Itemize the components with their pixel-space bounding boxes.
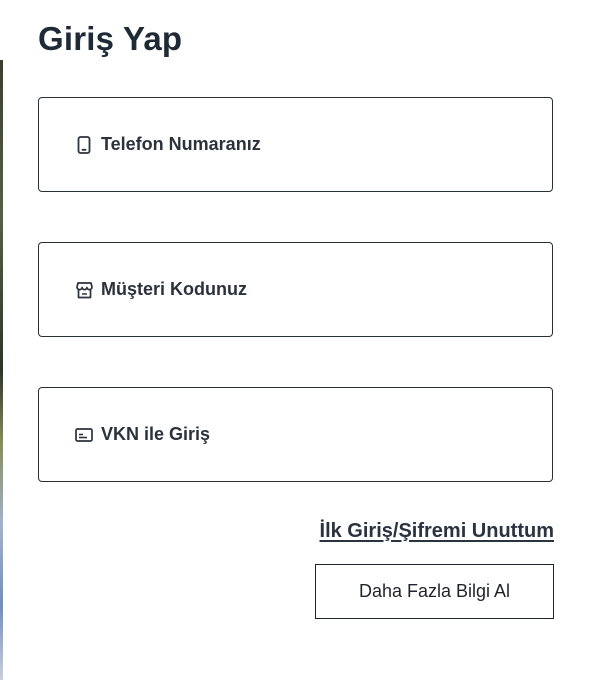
login-option-vkn[interactable]: VKN ile Giriş <box>38 387 553 482</box>
background-image-edge <box>0 60 3 680</box>
login-page: Giriş Yap Telefon Numaranız Müşteri Kodu… <box>0 0 591 680</box>
login-option-customer-code[interactable]: Müşteri Kodunuz <box>38 242 553 337</box>
login-option-phone[interactable]: Telefon Numaranız <box>38 97 553 192</box>
login-option-customer-code-label: Müşteri Kodunuz <box>101 279 247 299</box>
id-card-icon <box>75 426 93 444</box>
forgot-password-link[interactable]: İlk Giriş/Şifremi Unuttum <box>320 520 554 543</box>
store-icon <box>75 281 93 299</box>
phone-icon <box>75 135 93 154</box>
more-info-button[interactable]: Daha Fazla Bilgi Al <box>315 564 554 619</box>
page-title: Giriş Yap <box>38 20 183 57</box>
login-option-phone-label: Telefon Numaranız <box>101 134 261 154</box>
login-option-vkn-label: VKN ile Giriş <box>101 424 211 444</box>
